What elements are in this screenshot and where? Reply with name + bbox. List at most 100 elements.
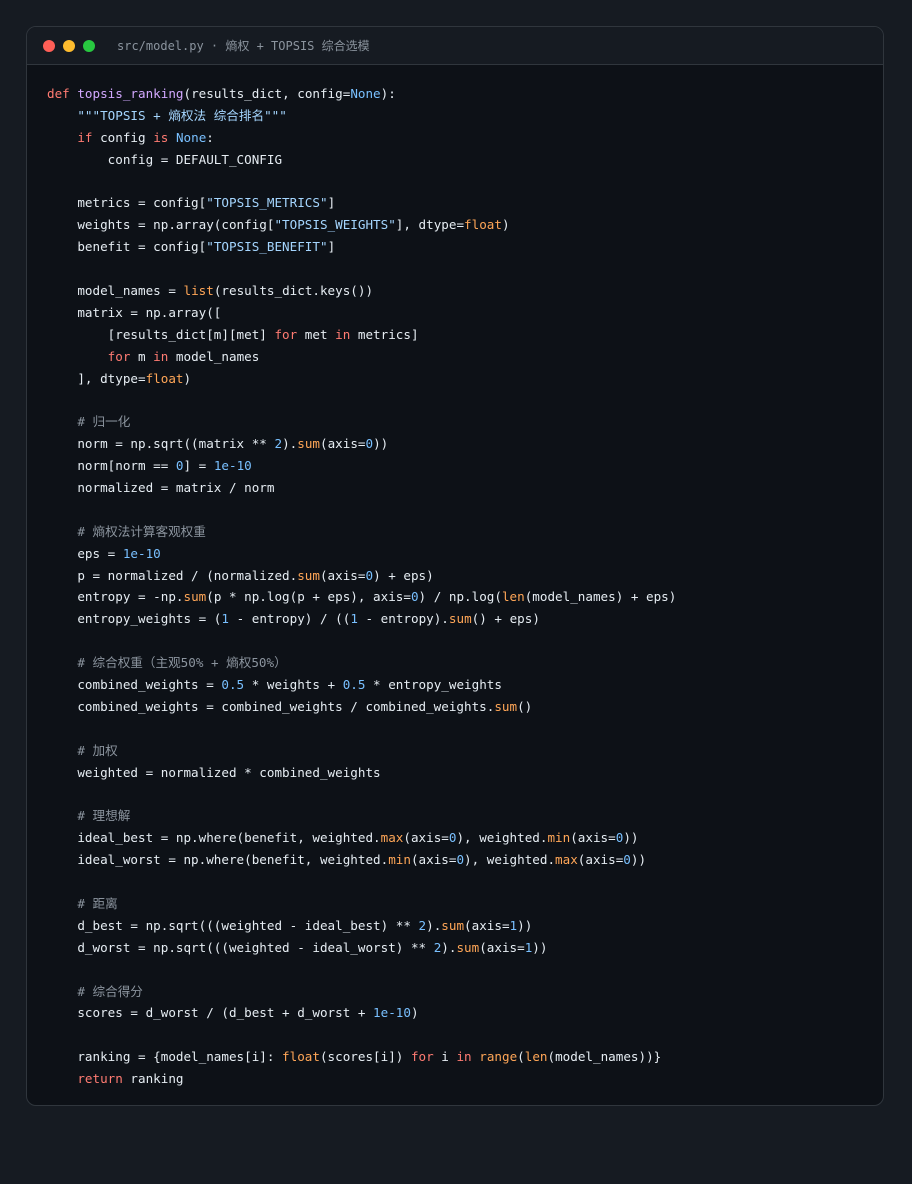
code-token: norm[norm ==: [47, 458, 176, 474]
code-token: (axis=: [570, 830, 616, 846]
code-token: * entropy_weights: [365, 677, 502, 693]
code-token: in: [456, 1049, 472, 1065]
code-token: * weights +: [244, 677, 343, 693]
code-line: normalized = matrix / norm: [47, 477, 676, 499]
code-token: max: [555, 852, 578, 868]
code-token: # 综合得分: [77, 983, 143, 999]
code-token: None: [350, 86, 381, 101]
code-line: [results_dict[m][met] for met in metrics…: [47, 324, 676, 346]
code-token: ): [410, 1005, 419, 1021]
code-token: ).: [426, 917, 442, 933]
code-token: 0: [175, 458, 184, 474]
code-token: (): [517, 698, 533, 714]
code-token: ], dtype=: [395, 217, 465, 233]
code-token: (axis=: [577, 852, 624, 868]
code-token: :: [206, 129, 214, 145]
code-token: )): [630, 852, 647, 868]
code-token: (axis=: [319, 567, 366, 583]
code-token: (model_names))}: [547, 1049, 662, 1065]
code-line: # 理想解: [47, 805, 676, 827]
code-token: ranking = {model_names[i]:: [47, 1049, 283, 1065]
code-line: ideal_best = np.where(benefit, weighted.…: [47, 827, 676, 849]
code-token: p = normalized / (normalized.: [47, 567, 298, 583]
code-token: ): [501, 217, 510, 233]
code-token: ], dtype=: [47, 370, 146, 386]
code-token: sum: [456, 939, 480, 955]
code-token: 1: [509, 917, 518, 933]
code-token: combined_weights = combined_weights / co…: [47, 698, 495, 714]
code-token: max: [380, 830, 404, 846]
code-line: matrix = np.array([: [47, 302, 676, 324]
code-token: [results_dict[m][met]: [47, 326, 275, 342]
maximize-window-button[interactable]: [83, 39, 95, 52]
code-token: )): [373, 436, 389, 452]
code-token: float: [282, 1049, 320, 1065]
code-line: entropy = -np.sum(p * np.log(p + eps), a…: [47, 586, 676, 608]
code-line: weights = np.array(config["TOPSIS_WEIGHT…: [47, 214, 676, 236]
code-line: if config is None:: [47, 127, 676, 149]
code-token: ).: [282, 436, 298, 452]
code-token: 0: [365, 436, 374, 452]
code-token: 0: [456, 852, 465, 868]
code-token: eps =: [47, 545, 123, 561]
code-token: config = DEFAULT_CONFIG: [47, 151, 283, 167]
code-token: metrics = config[: [47, 195, 207, 211]
code-token: ) + eps): [373, 567, 434, 583]
code-token: 0.5: [221, 677, 245, 693]
code-line: ], dtype=float): [47, 368, 676, 390]
code-token: ideal_best = np.where(benefit, weighted.: [47, 830, 381, 846]
code-token: matrix = np.array([: [47, 304, 222, 320]
code-token: # 距离: [77, 895, 118, 911]
code-token: "TOPSIS_WEIGHTS": [274, 217, 396, 233]
code-token: ]: [327, 239, 336, 255]
window-titlebar: src/model.py · 熵权 + TOPSIS 综合选模: [27, 27, 883, 65]
code-token: d_best = np.sqrt(((weighted - ideal_best…: [47, 917, 419, 933]
code-token: 0.5: [342, 677, 366, 693]
code-token: )): [517, 917, 533, 933]
code-token: sum: [448, 611, 472, 627]
code-token: range: [479, 1049, 518, 1065]
code-line: combined_weights = combined_weights / co…: [47, 696, 676, 718]
code-token: (p * np.log(p + eps), axis=: [206, 589, 411, 605]
code-token: # 综合权重（主观50% + 熵权50%）: [77, 655, 287, 671]
code-line: """TOPSIS + 熵权法 综合排名""": [47, 105, 676, 127]
code-editor[interactable]: def topsis_ranking(results_dict, config=…: [47, 83, 676, 1090]
code-token: float: [145, 370, 184, 386]
code-token: (axis=: [464, 917, 510, 933]
code-token: () + eps): [471, 611, 540, 627]
code-token: sum: [494, 698, 518, 714]
code-line: # 综合得分: [47, 981, 676, 1003]
code-line: p = normalized / (normalized.sum(axis=0)…: [47, 565, 676, 587]
window-title: src/model.py · 熵权 + TOPSIS 综合选模: [117, 39, 370, 53]
code-token: return: [77, 1071, 123, 1087]
code-token: ), weighted.: [456, 830, 548, 846]
code-token: 1e-10: [122, 545, 161, 561]
code-token: 1e-10: [373, 1005, 411, 1021]
code-token: float: [464, 217, 502, 233]
code-token: ] =: [183, 458, 214, 474]
code-token: len: [524, 1049, 548, 1065]
code-token: 0: [410, 589, 419, 605]
code-token: combined_weights =: [47, 677, 222, 693]
code-token: "TOPSIS_BENEFIT": [206, 239, 328, 255]
code-token: in: [153, 348, 169, 364]
code-token: if: [77, 129, 93, 145]
close-window-button[interactable]: [43, 39, 55, 52]
code-token: ]: [327, 195, 336, 211]
minimize-window-button[interactable]: [63, 39, 75, 52]
code-token: norm = np.sqrt((matrix **: [47, 436, 275, 452]
code-token: model_names =: [47, 283, 184, 299]
code-line: d_best = np.sqrt(((weighted - ideal_best…: [47, 915, 676, 937]
code-token: for: [274, 326, 298, 342]
code-token: weighted = normalized * combined_weights: [47, 764, 381, 780]
